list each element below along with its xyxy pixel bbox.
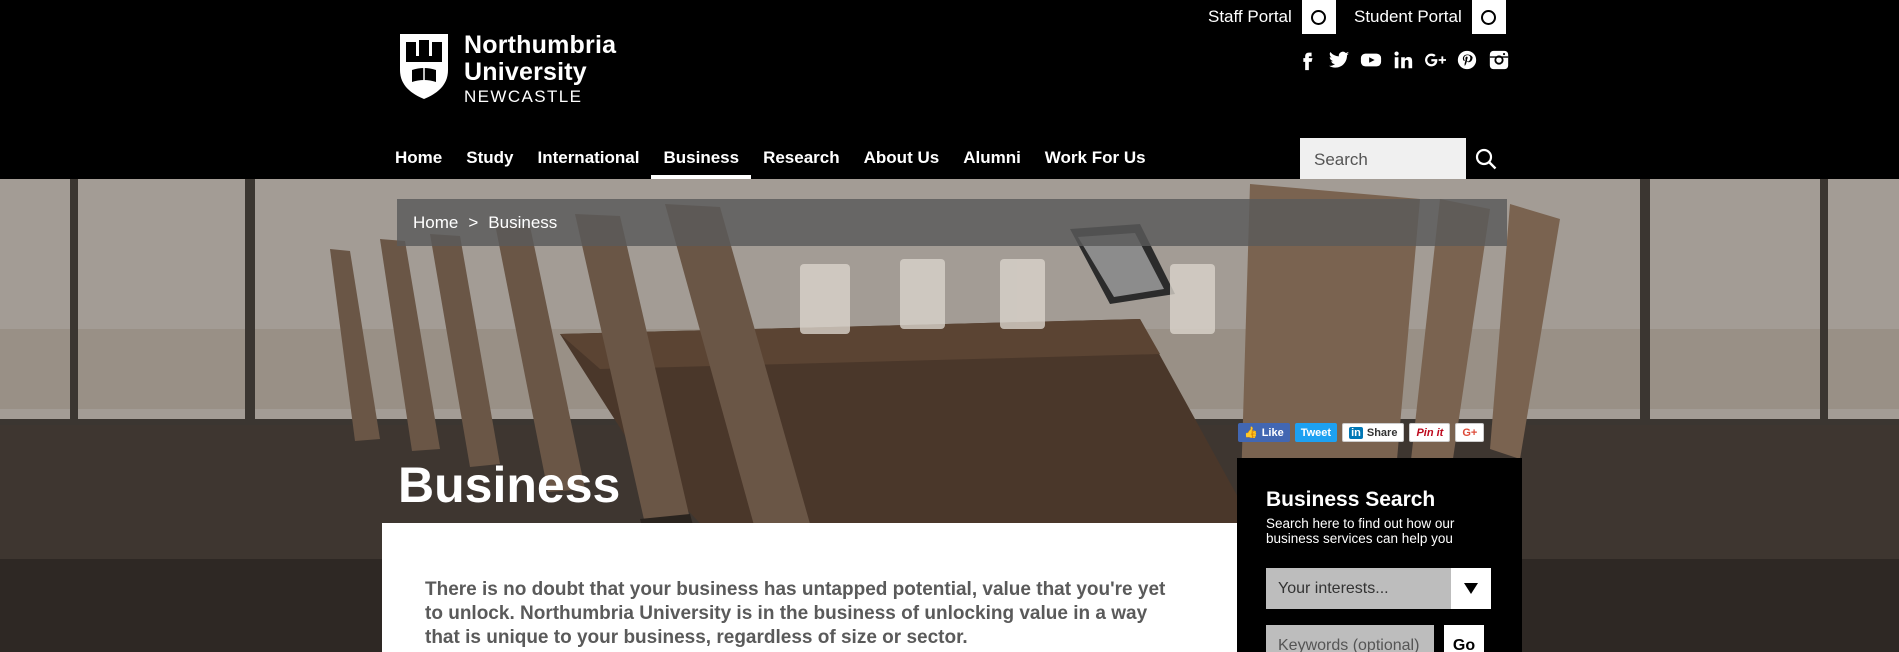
breadcrumb: Home > Business (397, 199, 1507, 246)
nav-item-study[interactable]: Study (454, 136, 525, 179)
circle-icon (1481, 9, 1497, 25)
nav-item-work-for-us[interactable]: Work For Us (1033, 136, 1158, 179)
logo-line-2: University (464, 58, 587, 86)
go-button[interactable]: Go (1444, 625, 1484, 652)
nav-item-home[interactable]: Home (383, 136, 454, 179)
google-plus-icon[interactable] (1424, 48, 1446, 72)
student-portal-link[interactable]: Student Portal (1354, 0, 1506, 34)
facebook-like-button[interactable]: 👍 Like (1238, 423, 1290, 442)
breadcrumb-current[interactable]: Business (488, 213, 557, 233)
keywords-input[interactable]: Keywords (optional) (1266, 625, 1434, 652)
site-header: Northumbria University NEWCASTLE Staff P… (0, 0, 1899, 179)
pinterest-button[interactable]: Pin it (1409, 423, 1451, 442)
staff-portal-link[interactable]: Staff Portal (1208, 0, 1336, 34)
business-search-title: Business Search (1266, 488, 1436, 511)
nav-item-research[interactable]: Research (751, 136, 852, 179)
youtube-icon[interactable] (1360, 48, 1382, 72)
nav-item-about-us[interactable]: About Us (852, 136, 952, 179)
page-title: Business (398, 457, 621, 513)
dropdown-arrow-icon[interactable] (1451, 568, 1491, 609)
tweet-label: Tweet (1300, 426, 1332, 439)
nav-item-business[interactable]: Business (651, 136, 751, 179)
main-nav: Home Study International Business Resear… (383, 136, 1158, 179)
linkedin-icon[interactable] (1392, 48, 1414, 72)
student-portal-label: Student Portal (1354, 7, 1462, 26)
pinterest-icon[interactable] (1456, 48, 1478, 72)
intro-paragraph: There is no doubt that your business has… (425, 579, 1166, 648)
search-button[interactable] (1466, 138, 1506, 179)
logo-line-1: Northumbria (464, 31, 617, 59)
nav-item-alumni[interactable]: Alumni (951, 136, 1033, 179)
linkedin-icon: in (1349, 426, 1363, 439)
breadcrumb-separator: > (468, 212, 479, 232)
linkedin-share-label: Share (1366, 426, 1398, 439)
facebook-icon[interactable] (1296, 48, 1318, 72)
university-logo[interactable]: Northumbria University NEWCASTLE (398, 32, 616, 107)
instagram-icon[interactable] (1488, 48, 1510, 72)
logo-line-3: NEWCASTLE (464, 87, 583, 106)
gplus-label: G+ (1462, 426, 1478, 439)
interests-select-value: Your interests... (1266, 568, 1451, 609)
page: Northumbria University NEWCASTLE Staff P… (0, 0, 1899, 652)
linkedin-share-button[interactable]: in Share (1342, 423, 1405, 442)
business-search-subtitle: Search here to find out how our business… (1266, 516, 1455, 546)
google-plus-button[interactable]: G+ (1455, 423, 1485, 442)
crest-icon (400, 34, 448, 99)
student-portal-button[interactable] (1471, 0, 1506, 34)
nav-item-international[interactable]: International (525, 136, 651, 179)
like-label: Like (1261, 426, 1284, 439)
site-search-input[interactable]: Search (1300, 138, 1466, 179)
pin-it-label: Pin it (1416, 426, 1444, 439)
search-icon (1475, 148, 1497, 169)
staff-portal-button[interactable] (1301, 0, 1336, 34)
thumbs-up-icon: 👍 (1244, 427, 1258, 439)
interests-select[interactable]: Your interests... (1266, 568, 1491, 609)
business-search-panel: Business Search Search here to find out … (1237, 458, 1522, 652)
staff-portal-label: Staff Portal (1208, 7, 1292, 26)
breadcrumb-home[interactable]: Home (413, 213, 458, 233)
twitter-icon[interactable] (1328, 48, 1350, 72)
circle-icon (1311, 9, 1327, 25)
social-links (1296, 48, 1510, 72)
tweet-button[interactable]: Tweet (1294, 423, 1338, 442)
share-bar: 👍 Like Tweet in Share Pin it G+ (1238, 423, 1485, 442)
